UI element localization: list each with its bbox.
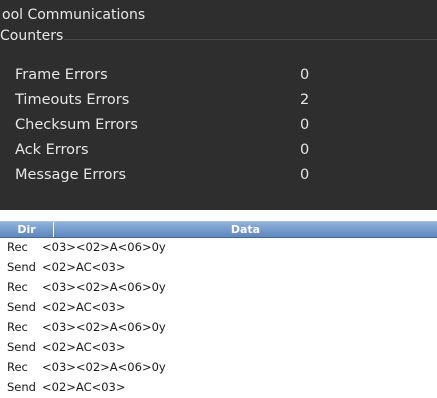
row-dir: Send — [7, 380, 36, 394]
table-row[interactable]: Send <02>AC<03> — [0, 337, 437, 357]
row-dir: Send — [7, 340, 36, 354]
counter-label: Checksum Errors — [15, 117, 138, 133]
row-data: <03><02>A<06>0y — [42, 240, 166, 254]
counter-value: 0 — [300, 142, 310, 158]
column-header-dir[interactable]: Dir — [0, 222, 54, 237]
row-data: <02>AC<03> — [42, 300, 126, 314]
table-row[interactable]: Rec <03><02>A<06>0y — [0, 277, 437, 297]
row-dir: Rec — [7, 320, 28, 334]
counter-value: 0 — [300, 167, 310, 183]
counter-row-timeouts-errors: Timeouts Errors 2 — [15, 90, 415, 112]
row-data: <02>AC<03> — [42, 340, 126, 354]
row-data: <03><02>A<06>0y — [42, 320, 166, 334]
table-row[interactable]: Rec <03><02>A<06>0y — [0, 237, 437, 257]
counter-row-message-errors: Message Errors 0 — [15, 165, 415, 187]
counters-group-label: Counters — [0, 28, 64, 44]
row-data: <02>AC<03> — [42, 380, 126, 394]
counter-label: Timeouts Errors — [15, 92, 130, 108]
row-dir: Send — [7, 260, 36, 274]
column-header-data[interactable]: Data — [54, 222, 437, 237]
counter-value: 0 — [300, 67, 310, 83]
row-dir: Rec — [7, 280, 28, 294]
counter-value: 0 — [300, 117, 310, 133]
group-divider — [64, 39, 437, 40]
counter-value: 2 — [300, 92, 310, 108]
row-dir: Send — [7, 300, 36, 314]
panel-title: ool Communications — [2, 7, 146, 23]
log-table-header: Dir Data — [0, 221, 437, 238]
table-row[interactable]: Rec <03><02>A<06>0y — [0, 357, 437, 377]
row-data: <03><02>A<06>0y — [42, 280, 166, 294]
counter-row-frame-errors: Frame Errors 0 — [15, 65, 415, 87]
table-row[interactable]: Send <02>AC<03> — [0, 257, 437, 277]
table-row[interactable]: Rec <03><02>A<06>0y — [0, 317, 437, 337]
row-dir: Rec — [7, 240, 28, 254]
counter-row-checksum-errors: Checksum Errors 0 — [15, 115, 415, 137]
counter-row-ack-errors: Ack Errors 0 — [15, 140, 415, 162]
row-data: <02>AC<03> — [42, 260, 126, 274]
counter-label: Ack Errors — [15, 142, 89, 158]
communications-panel: ool Communications Counters Frame Errors… — [0, 0, 437, 210]
table-row[interactable]: Send <02>AC<03> — [0, 297, 437, 317]
counter-label: Frame Errors — [15, 67, 108, 83]
counter-label: Message Errors — [15, 167, 127, 183]
row-data: <03><02>A<06>0y — [42, 360, 166, 374]
table-row[interactable]: Send <02>AC<03> — [0, 377, 437, 397]
row-dir: Rec — [7, 360, 28, 374]
